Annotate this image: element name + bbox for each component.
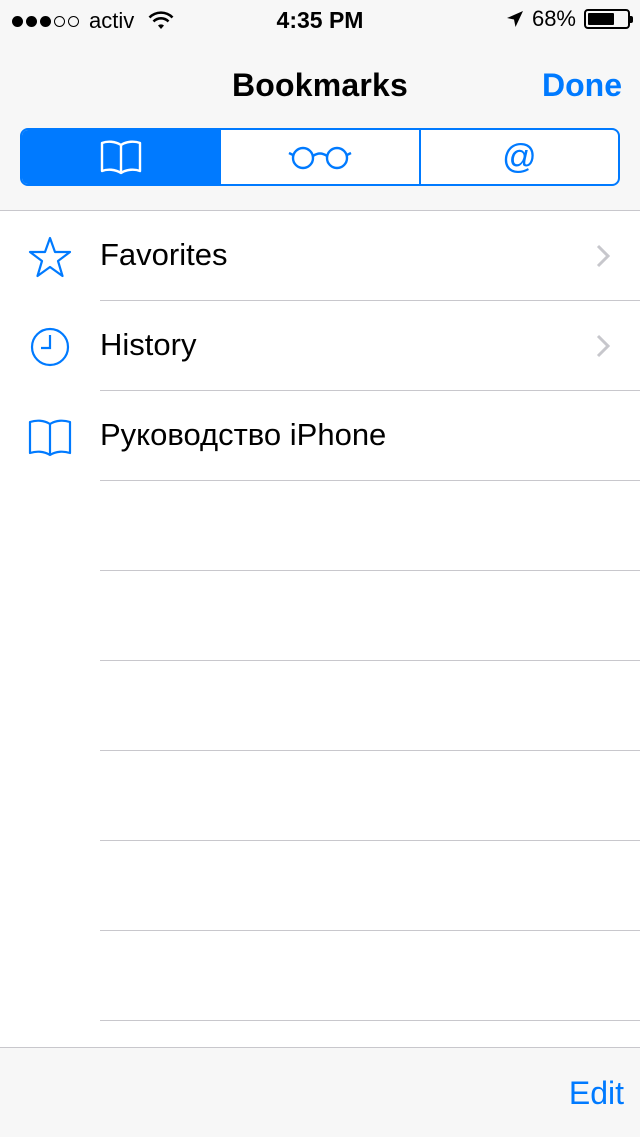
list-item-label: History [100,327,197,362]
empty-row [0,751,640,841]
bookmarks-segmented-control: @ [20,128,620,186]
empty-row [0,841,640,931]
navigation-bar: Bookmarks Done [0,40,640,128]
list-item-label: Руководство iPhone [100,417,387,452]
bookmarks-list: Favorites History Руководство iPhone [0,211,640,1021]
bottom-toolbar: Edit [0,1047,640,1137]
tab-bookmarks[interactable] [22,130,222,184]
reading-glasses-icon [288,146,352,170]
chevron-right-icon [596,334,610,358]
battery-percent: 68% [531,6,576,31]
empty-row [0,661,640,751]
chevron-right-icon [596,244,610,268]
status-right: 68% [506,6,633,32]
empty-rows [0,481,640,1021]
list-item-favorites[interactable]: Favorites [0,211,640,301]
location-arrow-icon [506,11,523,27]
list-item-label: Favorites [100,237,228,272]
battery-fill [588,13,614,25]
at-sign-icon: @ [502,138,537,176]
tab-shared-links[interactable]: @ [421,130,618,184]
top-bar-area: activ 4:35 PM 68% Bookmarks Done @ [0,0,640,211]
star-icon [28,236,72,278]
empty-row [0,931,640,1021]
tab-reading-list[interactable] [221,130,421,184]
empty-row [0,571,640,661]
list-item-history[interactable]: History [0,301,640,391]
edit-button[interactable]: Edit [569,1075,624,1112]
list-item-iphone-guide[interactable]: Руководство iPhone [0,391,640,481]
empty-row [0,481,640,571]
book-icon [100,140,141,175]
done-button[interactable]: Done [542,67,622,104]
status-bar: activ 4:35 PM 68% [0,0,640,40]
book-icon [28,419,72,457]
row-separator [100,1020,640,1021]
clock-icon [30,327,70,367]
battery-icon [584,9,633,29]
